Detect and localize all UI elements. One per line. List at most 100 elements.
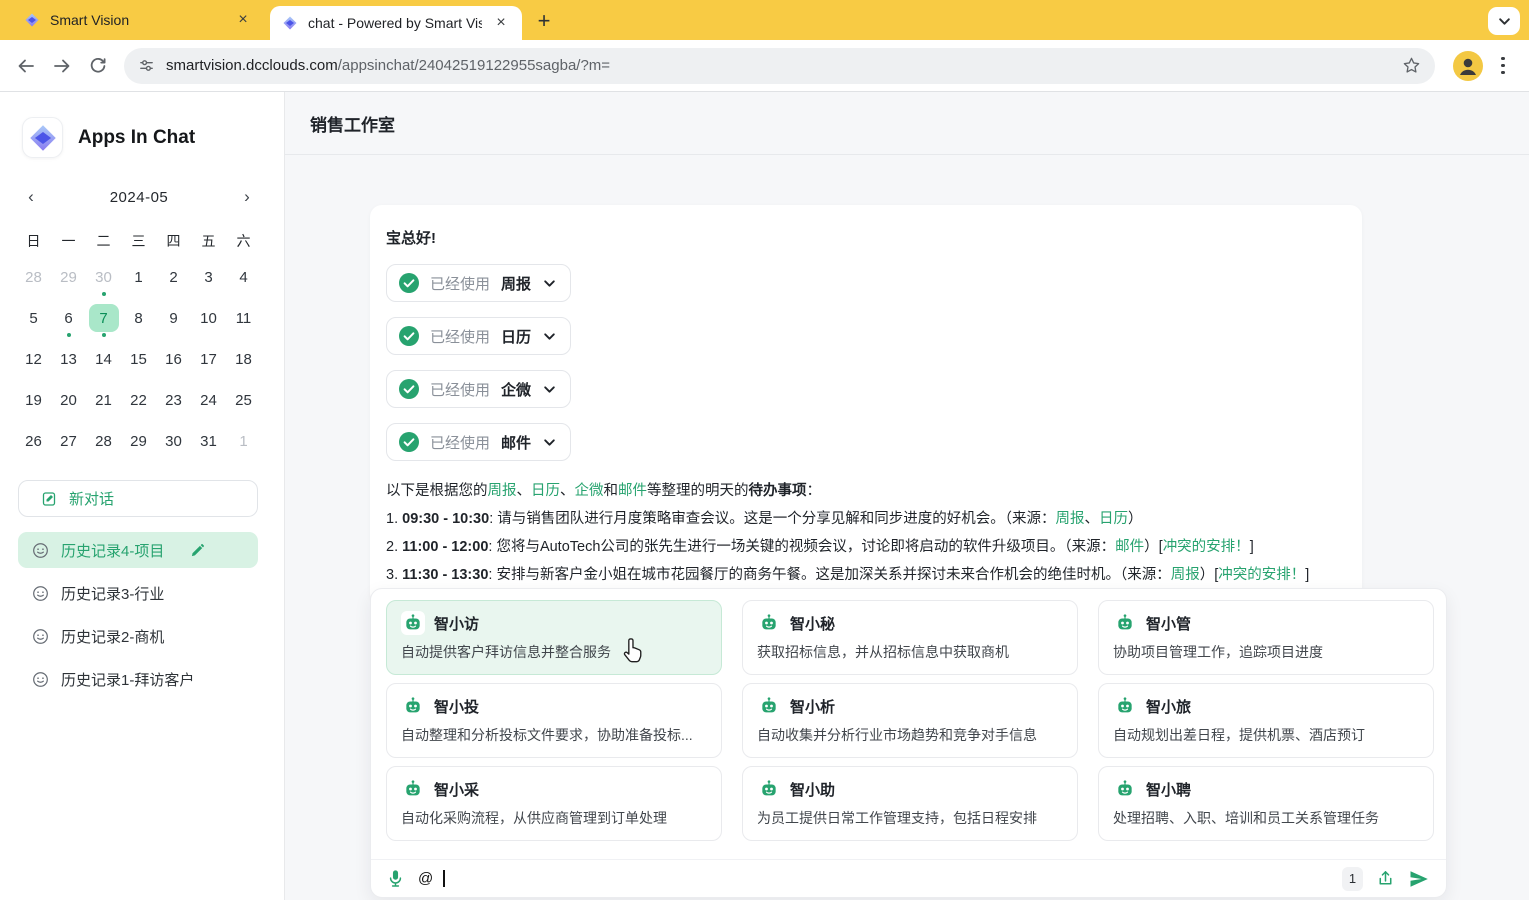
reload-button[interactable] — [80, 48, 116, 84]
calendar-day[interactable]: 10 — [191, 301, 226, 342]
agent-card[interactable]: 智小管协助项目管理工作，追踪项目进度 — [1098, 600, 1434, 675]
edit-pencil-icon[interactable] — [190, 543, 205, 558]
inline-link[interactable]: 日历 — [1099, 511, 1128, 527]
calendar-day[interactable]: 20 — [51, 383, 86, 424]
calendar-day[interactable]: 29 — [121, 424, 156, 465]
used-tool-button[interactable]: 已经使用日历 — [386, 317, 571, 355]
agent-name: 智小旅 — [1146, 696, 1191, 717]
calendar-day[interactable]: 1 — [226, 424, 261, 465]
agent-card[interactable]: 智小访自动提供客户拜访信息并整合服务 — [386, 600, 722, 675]
url-bar[interactable]: smartvision.dcclouds.com/appsinchat/2404… — [124, 48, 1435, 84]
agent-card[interactable]: 智小聘处理招聘、入职、培训和员工关系管理任务 — [1098, 766, 1434, 841]
used-tool-button[interactable]: 已经使用企微 — [386, 370, 571, 408]
history-item[interactable]: 历史记录2-商机 — [18, 618, 258, 654]
inline-link[interactable]: 周报 — [1056, 511, 1085, 527]
history-item[interactable]: 历史记录1-拜访客户 — [18, 661, 258, 697]
chat-bubble-icon — [32, 585, 49, 602]
calendar-day[interactable]: 30 — [156, 424, 191, 465]
inline-link[interactable]: 冲突的安排！ — [1218, 567, 1305, 583]
calendar-day-number: 17 — [194, 345, 224, 373]
agent-card[interactable]: 智小旅自动规划出差日程，提供机票、酒店预订 — [1098, 683, 1434, 758]
calendar-day[interactable]: 30 — [86, 260, 121, 301]
agent-card[interactable]: 智小采自动化采购流程，从供应商管理到订单处理 — [386, 766, 722, 841]
inline-link[interactable]: 邮件 — [1115, 539, 1144, 555]
calendar-day[interactable]: 31 — [191, 424, 226, 465]
history-item[interactable]: 历史记录3-行业 — [18, 575, 258, 611]
browser-menu-icon[interactable] — [1491, 51, 1515, 81]
history-item[interactable]: 历史记录4-项目 — [18, 532, 258, 568]
new-tab-button[interactable]: + — [530, 7, 558, 35]
calendar-day[interactable]: 18 — [226, 342, 261, 383]
text-segment: 09:30 - 10:30 — [402, 511, 489, 527]
tab-search-button[interactable] — [1488, 7, 1520, 35]
calendar-day[interactable]: 4 — [226, 260, 261, 301]
forward-button[interactable] — [44, 48, 80, 84]
calendar-day[interactable]: 1 — [121, 260, 156, 301]
inline-link[interactable]: 邮件 — [618, 483, 647, 499]
calendar-day[interactable]: 28 — [16, 260, 51, 301]
calendar-day-number: 10 — [194, 304, 224, 332]
calendar-day[interactable]: 8 — [121, 301, 156, 342]
browser-toolbar: smartvision.dcclouds.com/appsinchat/2404… — [0, 40, 1529, 92]
calendar-day[interactable]: 13 — [51, 342, 86, 383]
calendar-day[interactable]: 15 — [121, 342, 156, 383]
calendar-day[interactable]: 7 — [86, 301, 121, 342]
calendar-day[interactable]: 12 — [16, 342, 51, 383]
send-icon[interactable] — [1408, 868, 1430, 890]
url-domain: smartvision.dcclouds.com — [166, 57, 338, 74]
tab-smart-vision[interactable]: Smart Vision × — [12, 0, 264, 40]
calendar-day[interactable]: 9 — [156, 301, 191, 342]
calendar-day[interactable]: 17 — [191, 342, 226, 383]
site-settings-icon[interactable] — [138, 57, 155, 74]
calendar-day[interactable]: 26 — [16, 424, 51, 465]
agent-card[interactable]: 智小析自动收集并分析行业市场趋势和竞争对手信息 — [742, 683, 1078, 758]
calendar-day[interactable]: 22 — [121, 383, 156, 424]
history-item-label: 历史记录4-项目 — [61, 540, 164, 561]
inline-link[interactable]: 周报 — [488, 483, 517, 499]
message-input[interactable]: @ 1 — [371, 859, 1446, 897]
close-tab-icon[interactable]: × — [492, 14, 510, 32]
calendar-day[interactable]: 6 — [51, 301, 86, 342]
calendar-day[interactable]: 5 — [16, 301, 51, 342]
calendar-day[interactable]: 23 — [156, 383, 191, 424]
upload-icon[interactable] — [1376, 869, 1395, 888]
bookmark-star-icon[interactable] — [1402, 56, 1421, 75]
calendar-prev-icon[interactable]: ‹ — [22, 187, 40, 207]
calendar-day[interactable]: 2 — [156, 260, 191, 301]
new-chat-button[interactable]: 新对话 — [18, 480, 258, 517]
event-dot — [102, 292, 106, 296]
back-button[interactable] — [8, 48, 44, 84]
tab-chat-active[interactable]: chat - Powered by Smart Vision × — [270, 6, 522, 40]
calendar-day[interactable]: 3 — [191, 260, 226, 301]
inline-link[interactable]: 周报 — [1171, 567, 1200, 583]
calendar-day[interactable]: 14 — [86, 342, 121, 383]
used-prefix-label: 已经使用 — [430, 326, 490, 347]
calendar-day[interactable]: 11 — [226, 301, 261, 342]
profile-avatar[interactable] — [1453, 51, 1483, 81]
calendar-day[interactable]: 21 — [86, 383, 121, 424]
calendar-day[interactable]: 25 — [226, 383, 261, 424]
calendar-day-number: 20 — [54, 386, 84, 414]
calendar-day-number: 30 — [159, 427, 189, 455]
agent-card-header: 智小聘 — [1113, 777, 1419, 801]
url-text[interactable]: smartvision.dcclouds.com/appsinchat/2404… — [166, 57, 610, 74]
used-tool-button[interactable]: 已经使用周报 — [386, 264, 571, 302]
calendar-day[interactable]: 24 — [191, 383, 226, 424]
agent-card[interactable]: 智小助为员工提供日常工作管理支持，包括日程安排 — [742, 766, 1078, 841]
close-tab-icon[interactable]: × — [234, 11, 252, 29]
calendar-day-number: 22 — [124, 386, 154, 414]
used-tool-button[interactable]: 已经使用邮件 — [386, 423, 571, 461]
calendar-day[interactable]: 19 — [16, 383, 51, 424]
inline-link[interactable]: 企微 — [575, 483, 604, 499]
calendar-day[interactable]: 27 — [51, 424, 86, 465]
inline-link[interactable]: 日历 — [531, 483, 560, 499]
agent-card[interactable]: 智小投自动整理和分析投标文件要求，协助准备投标... — [386, 683, 722, 758]
calendar-next-icon[interactable]: › — [238, 187, 256, 207]
calendar-day[interactable]: 28 — [86, 424, 121, 465]
inline-link[interactable]: 冲突的安排！ — [1163, 539, 1250, 555]
calendar-day[interactable]: 29 — [51, 260, 86, 301]
calendar-day[interactable]: 16 — [156, 342, 191, 383]
text-segment: 待办事项 — [749, 483, 807, 499]
microphone-icon[interactable] — [387, 869, 404, 888]
agent-card[interactable]: 智小秘获取招标信息，并从招标信息中获取商机 — [742, 600, 1078, 675]
